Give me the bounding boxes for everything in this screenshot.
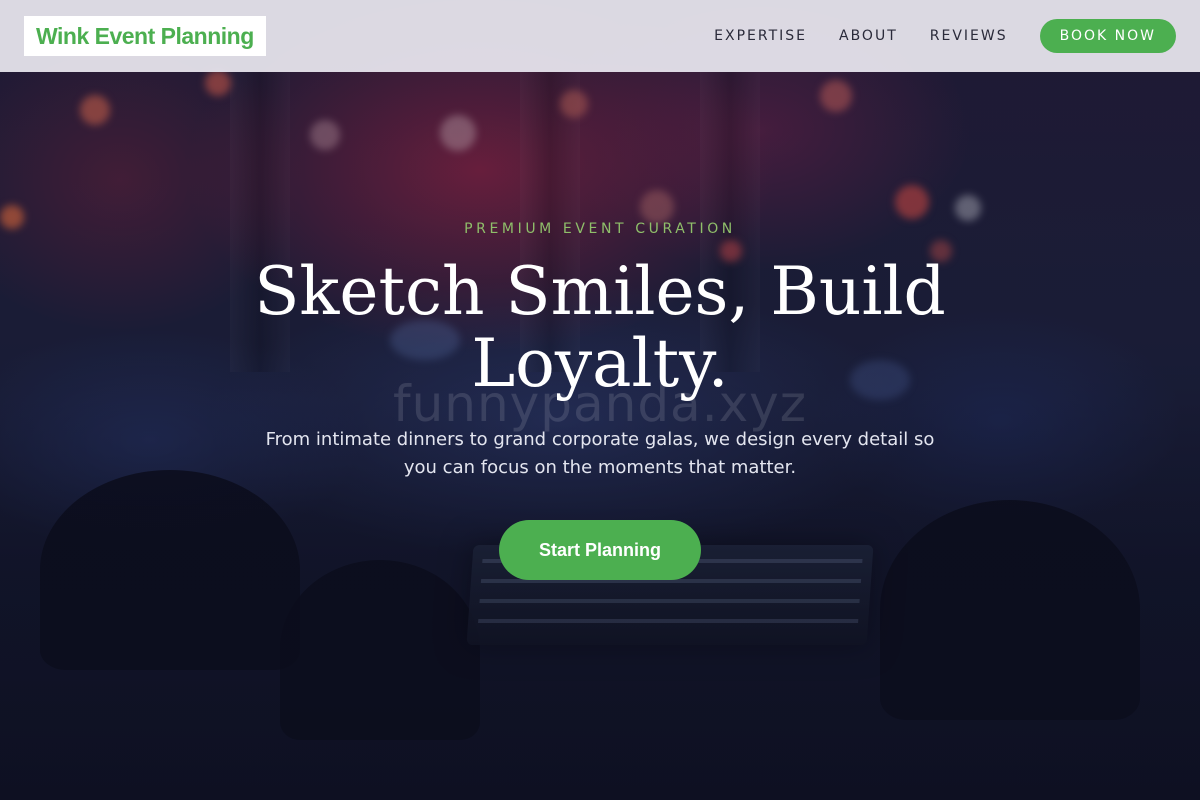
hero-subtext: From intimate dinners to grand corporate…	[265, 429, 935, 478]
hero-eyebrow: PREMIUM EVENT CURATION	[464, 221, 736, 237]
hero-section: PREMIUM EVENT CURATION Sketch Smiles, Bu…	[0, 0, 1200, 800]
logo[interactable]: Wink Event Planning	[24, 16, 266, 56]
main-nav: EXPERTISE ABOUT REVIEWS BOOK NOW	[714, 19, 1176, 53]
book-now-button[interactable]: BOOK NOW	[1039, 19, 1176, 53]
logo-text: Wink Event Planning	[36, 22, 254, 49]
start-planning-button[interactable]: Start Planning	[499, 520, 701, 580]
nav-link-expertise[interactable]: EXPERTISE	[714, 28, 807, 44]
watermark: funnypanda.xyz	[392, 375, 808, 433]
nav-link-reviews[interactable]: REVIEWS	[930, 28, 1008, 44]
site-header: Wink Event Planning EXPERTISE ABOUT REVI…	[0, 0, 1200, 72]
nav-link-about[interactable]: ABOUT	[839, 28, 898, 44]
